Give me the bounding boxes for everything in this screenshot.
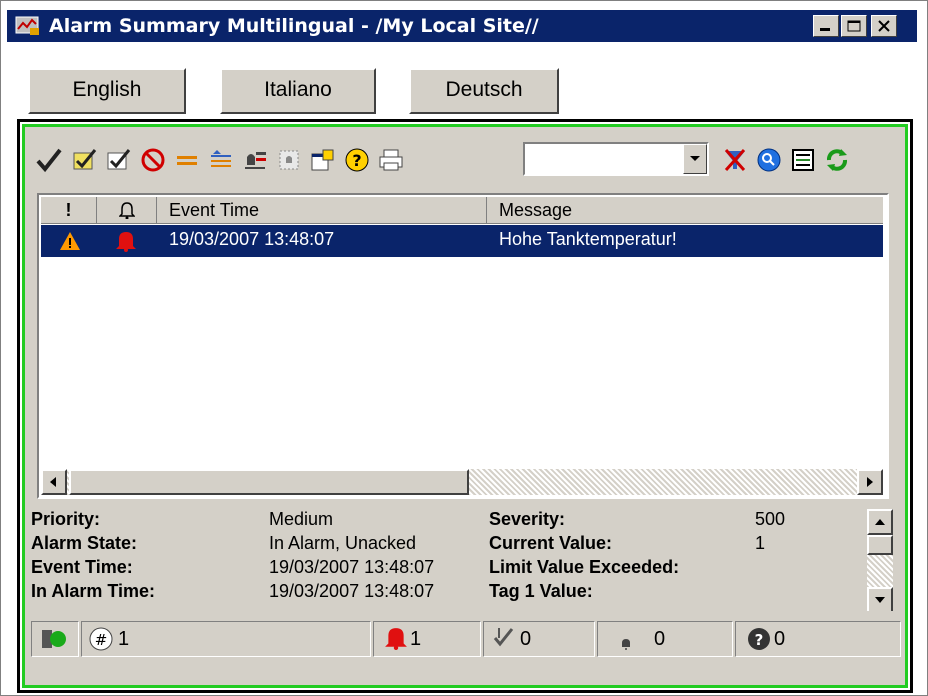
alarm-groups-icon[interactable]	[241, 147, 269, 173]
alarm-app-icon	[15, 16, 39, 35]
column-header-priority[interactable]: !	[41, 197, 97, 223]
status-total: # 1	[81, 621, 371, 657]
acknowledge-page-icon[interactable]	[105, 147, 133, 173]
svg-text:?: ?	[755, 631, 764, 649]
english-button[interactable]: English	[28, 68, 186, 114]
details-vertical-scrollbar[interactable]	[867, 509, 893, 611]
chevron-down-icon	[690, 156, 700, 161]
chevron-left-icon	[50, 477, 56, 487]
alarm-list[interactable]: ! Event Time Message 19/03/2007 13:48:07…	[37, 193, 889, 499]
list-view-icon[interactable]	[789, 147, 817, 173]
alarm-control: ? ! Event Time Message 19/03/2007 13:48:…	[22, 124, 908, 688]
status-total-count: 1	[118, 628, 130, 650]
detail-value-event-time: 19/03/2007 13:48:07	[269, 557, 435, 577]
status-unknown: ? 0	[735, 621, 901, 657]
bell-icon	[385, 628, 407, 650]
detail-value-priority: Medium	[269, 509, 334, 529]
deutsch-button[interactable]: Deutsch	[409, 68, 559, 114]
horizontal-scroll-thumb[interactable]	[69, 469, 469, 495]
title-bar[interactable]: Alarm Summary Multilingual - /My Local S…	[7, 10, 917, 42]
maximize-button[interactable]	[841, 15, 867, 37]
list-header: ! Event Time Message	[41, 197, 883, 224]
row-message: Hohe Tanktemperatur!	[499, 229, 677, 249]
scroll-left-button[interactable]	[41, 469, 67, 495]
connection-icon	[42, 630, 66, 648]
combobox-dropdown-button[interactable]	[683, 144, 707, 174]
chevron-right-icon	[867, 477, 873, 487]
scroll-up-button[interactable]	[867, 509, 893, 535]
zoom-icon[interactable]	[755, 147, 783, 173]
status-bell: 0	[597, 621, 733, 657]
close-icon	[878, 20, 890, 32]
status-bar: # 1 1 0 0 ? 0	[31, 617, 901, 661]
window-title: Alarm Summary Multilingual - /My Local S…	[49, 15, 539, 37]
acknowledge-all-icon[interactable]	[71, 147, 99, 173]
alarm-summary-window: Alarm Summary Multilingual - /My Local S…	[0, 0, 928, 696]
disable-icon[interactable]	[139, 147, 167, 173]
acked-icon	[493, 628, 514, 647]
refresh-icon[interactable]	[823, 147, 851, 173]
detail-value-in-alarm-time: 19/03/2007 13:48:07	[269, 581, 435, 601]
detail-label-current-value: Current Value:	[489, 533, 613, 553]
minimize-icon	[820, 28, 830, 31]
maximize-icon	[847, 20, 861, 32]
question-icon: ?	[748, 628, 770, 650]
detail-label-severity: Severity:	[489, 509, 566, 529]
alarm-details-panel: Priority: Medium Alarm State: In Alarm, …	[31, 507, 901, 611]
bell-icon	[116, 232, 136, 252]
alarm-display-icon[interactable]	[275, 147, 303, 173]
status-in-alarm: 1	[373, 621, 481, 657]
minimize-button[interactable]	[813, 15, 839, 37]
status-bell-count: 0	[654, 628, 666, 650]
svg-text:?: ?	[352, 151, 361, 170]
properties-icon[interactable]	[309, 147, 337, 173]
column-header-state[interactable]	[97, 197, 157, 223]
status-in-alarm-count: 1	[410, 628, 422, 650]
status-unknown-count: 0	[774, 628, 786, 650]
hash-count-icon: #	[89, 627, 113, 651]
column-header-event-time[interactable]: Event Time	[157, 197, 487, 223]
help-icon[interactable]: ?	[343, 147, 371, 173]
alarm-control-frame: ? ! Event Time Message 19/03/2007 13:48:…	[17, 119, 913, 693]
detail-label-tag1-value: Tag 1 Value:	[489, 581, 593, 601]
italiano-button[interactable]: Italiano	[220, 68, 376, 114]
horizontal-scrollbar[interactable]	[41, 469, 883, 495]
detail-label-event-time: Event Time:	[31, 557, 133, 577]
sort-icon[interactable]	[207, 147, 235, 173]
table-row[interactable]: 19/03/2007 13:48:07 Hohe Tanktemperatur!	[41, 225, 883, 257]
filter-clear-icon[interactable]	[721, 147, 749, 173]
chevron-up-icon	[875, 519, 885, 525]
acknowledge-icon[interactable]	[35, 147, 63, 173]
close-button[interactable]	[871, 15, 897, 37]
detail-value-alarm-state: In Alarm, Unacked	[269, 533, 417, 553]
row-event-time: 19/03/2007 13:48:07	[169, 229, 335, 249]
detail-label-priority: Priority:	[31, 509, 101, 529]
status-acked-count: 0	[520, 628, 532, 650]
column-header-message[interactable]: Message	[487, 197, 883, 223]
warning-icon	[60, 232, 80, 250]
chevron-down-icon	[875, 597, 885, 603]
toolbar: ?	[31, 133, 901, 183]
scroll-down-button[interactable]	[867, 587, 893, 611]
vertical-scroll-thumb[interactable]	[867, 535, 893, 555]
detail-label-alarm-state: Alarm State:	[31, 533, 138, 553]
filter-combobox[interactable]	[523, 142, 709, 176]
svg-text:#: #	[95, 631, 108, 649]
detail-label-in-alarm-time: In Alarm Time:	[31, 581, 156, 601]
bell-header-icon	[119, 202, 135, 219]
detail-value-current-value: 1	[755, 533, 766, 553]
detail-label-limit-value: Limit Value Exceeded:	[489, 557, 680, 577]
status-connection	[31, 621, 79, 657]
scroll-right-button[interactable]	[857, 469, 883, 495]
detail-value-severity: 500	[755, 509, 786, 529]
small-bell-icon	[622, 639, 630, 650]
status-acked: 0	[483, 621, 595, 657]
print-icon[interactable]	[377, 147, 405, 173]
filter-equal-icon[interactable]	[173, 147, 201, 173]
